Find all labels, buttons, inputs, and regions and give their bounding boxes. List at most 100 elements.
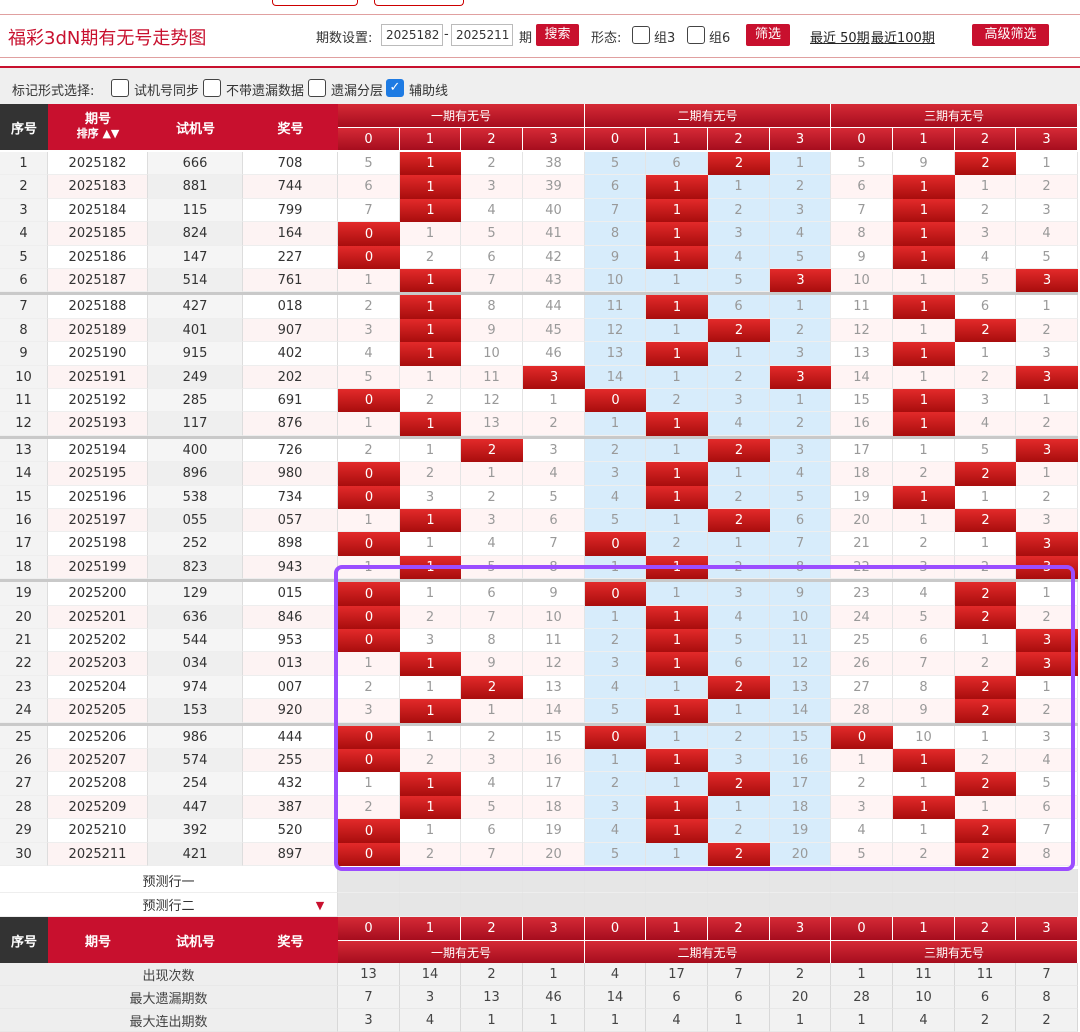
stat-value: 2	[955, 1009, 1016, 1032]
miss-cell: 12	[770, 652, 831, 676]
hit-cell: 0	[338, 843, 400, 866]
miss-cell: 13	[523, 676, 585, 699]
row-trial: 427	[148, 295, 243, 319]
predict-cell[interactable]	[338, 893, 400, 917]
predict-cell[interactable]	[400, 893, 461, 917]
stat-value: 11	[955, 963, 1016, 986]
predict-cell[interactable]	[585, 869, 646, 893]
predict-row-label[interactable]: 预测行二	[0, 893, 338, 917]
miss-cell: 9	[461, 319, 523, 342]
predict-cell[interactable]	[523, 869, 585, 893]
miss-cell: 5	[708, 629, 770, 652]
predict-cell[interactable]	[955, 869, 1016, 893]
predict-cell[interactable]	[708, 893, 770, 917]
predict-cell[interactable]	[770, 869, 831, 893]
miss-cell: 4	[831, 819, 893, 843]
predict-cell[interactable]	[646, 893, 708, 917]
miss-cell: 2	[831, 772, 893, 796]
hit-cell: 1	[400, 772, 461, 796]
miss-cell: 5	[338, 366, 400, 389]
miss-cell: 6	[461, 246, 523, 269]
hit-cell: 3	[1016, 652, 1078, 676]
footer-header-prize: 奖号	[243, 917, 338, 963]
recent-100-link[interactable]: 最近100期	[871, 27, 935, 46]
row-issue: 2025196	[48, 486, 148, 509]
miss-cell: 20	[831, 509, 893, 532]
recent-50-link[interactable]: 最近 50期	[810, 27, 870, 46]
predict-cell[interactable]	[338, 869, 400, 893]
predict-cell[interactable]	[400, 869, 461, 893]
miss-cell: 1	[708, 175, 770, 199]
miss-cell: 14	[585, 366, 646, 389]
miss-cell: 5	[1016, 772, 1078, 796]
advanced-filter-button[interactable]: 高级筛选	[972, 24, 1049, 46]
predict-cell[interactable]	[708, 869, 770, 893]
col-header-issue[interactable]: 期号 排序 ▲▼	[48, 104, 148, 150]
group3-checkbox[interactable]	[632, 26, 650, 44]
hit-cell: 1	[646, 819, 708, 843]
miss-cell: 1	[646, 676, 708, 699]
row-trial: 896	[148, 462, 243, 486]
predict-row-label[interactable]: 预测行一	[0, 869, 338, 893]
top-tab-stub[interactable]	[272, 0, 358, 6]
miss-cell: 3	[1016, 199, 1078, 222]
miss-cell: 5	[770, 246, 831, 269]
row-issue: 2025204	[48, 676, 148, 699]
no-miss-data-checkbox[interactable]	[203, 79, 221, 97]
row-seq: 7	[0, 295, 48, 319]
miss-cell: 1	[461, 462, 523, 486]
top-tab-stub[interactable]	[374, 0, 464, 6]
period-to-input[interactable]: 2025211	[451, 24, 513, 46]
group6-checkbox[interactable]	[687, 26, 705, 44]
trial-sync-checkbox[interactable]	[111, 79, 129, 97]
row-issue: 2025194	[48, 439, 148, 462]
miss-cell: 19	[523, 819, 585, 843]
row-issue: 2025209	[48, 796, 148, 819]
predict-cell[interactable]	[831, 893, 893, 917]
predict-cell[interactable]	[831, 869, 893, 893]
filter-button[interactable]: 筛选	[746, 24, 790, 46]
predict-cell[interactable]	[1016, 893, 1078, 917]
predict-cell[interactable]	[585, 893, 646, 917]
predict-cell[interactable]	[461, 893, 523, 917]
miss-cell: 9	[523, 582, 585, 606]
miss-cell: 1	[708, 699, 770, 723]
row-prize: 897	[243, 843, 338, 866]
predict-cell[interactable]	[461, 869, 523, 893]
miss-cell: 13	[461, 412, 523, 436]
miss-cell: 2	[646, 389, 708, 412]
miss-cell: 1	[770, 295, 831, 319]
miss-cell: 9	[770, 582, 831, 606]
miss-cell: 1	[400, 582, 461, 606]
hit-cell: 0	[338, 532, 400, 556]
predict-cell[interactable]	[770, 893, 831, 917]
aux-line-checkbox[interactable]: ✓	[386, 79, 404, 97]
predict-cell[interactable]	[893, 869, 955, 893]
predict-cell[interactable]	[1016, 869, 1078, 893]
miss-cell: 17	[523, 772, 585, 796]
predict-cell[interactable]	[893, 893, 955, 917]
miss-cell: 16	[523, 749, 585, 772]
miss-cell: 8	[585, 222, 646, 246]
miss-cell: 6	[955, 295, 1016, 319]
miss-cell: 4	[708, 606, 770, 629]
footer-header-trial: 试机号	[148, 917, 243, 963]
predict-cell[interactable]	[955, 893, 1016, 917]
search-button[interactable]: 搜索	[536, 24, 579, 46]
sort-toggle[interactable]: 排序 ▲▼	[77, 127, 120, 141]
hit-cell: 1	[893, 222, 955, 246]
header-bar: 福彩3dN期有无号走势图 期数设置: 2025182 - 2025211 期 搜…	[0, 14, 1080, 58]
predict-dropdown-icon[interactable]: ▼	[310, 893, 330, 917]
predict-cell[interactable]	[523, 893, 585, 917]
period-from-input[interactable]: 2025182	[381, 24, 443, 46]
stat-value: 3	[338, 1009, 400, 1032]
row-issue: 2025201	[48, 606, 148, 629]
stat-value: 14	[585, 986, 646, 1009]
miss-cell: 4	[708, 412, 770, 436]
miss-cell: 1	[646, 269, 708, 292]
miss-cell: 8	[461, 295, 523, 319]
predict-cell[interactable]	[646, 869, 708, 893]
digit-col-header: 1	[400, 127, 461, 150]
row-seq: 20	[0, 606, 48, 629]
miss-layer-checkbox[interactable]	[308, 79, 326, 97]
